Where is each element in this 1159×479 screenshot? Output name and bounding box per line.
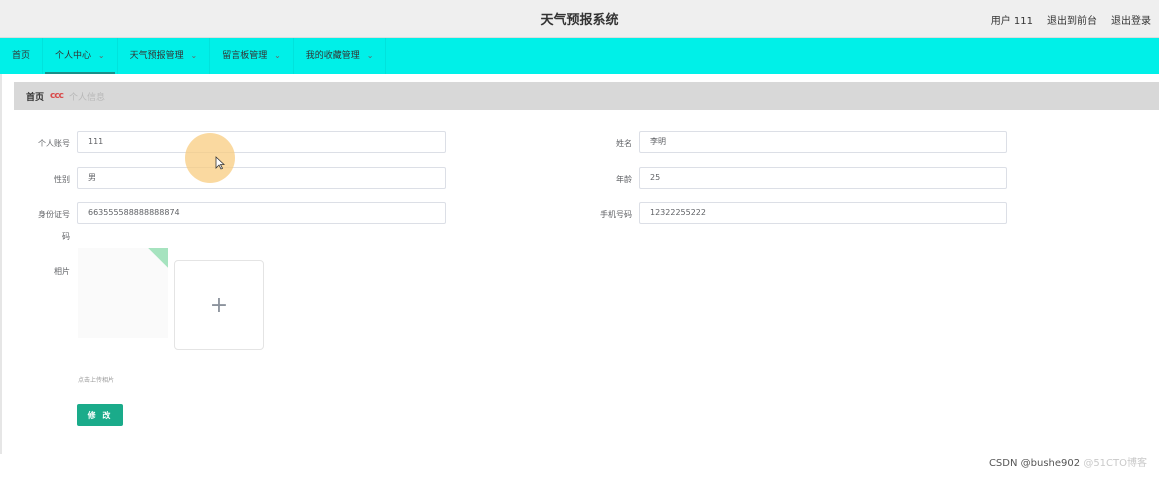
nav-item-my-favorites[interactable]: 我的收藏管理 ⌄ [294, 38, 387, 74]
name-field[interactable]: 李明 [639, 131, 1007, 153]
name-label: 姓名 [616, 139, 632, 148]
submit-button[interactable]: 修 改 [77, 404, 123, 426]
phone-field[interactable]: 12322255222 [639, 202, 1007, 224]
age-label: 年龄 [616, 175, 632, 184]
idcard-field[interactable]: 663555588888888874 [77, 202, 446, 224]
idcard-label-wrap: 码 [62, 232, 70, 241]
nav-item-label: 我的收藏管理 [305, 51, 360, 61]
left-divider [0, 74, 2, 454]
nav-item-label: 个人中心 [55, 51, 92, 61]
logout-link[interactable]: 退出登录 [1111, 12, 1151, 27]
nav-item-home[interactable]: 首页 [0, 38, 44, 74]
breadcrumb-home[interactable]: 首页 [26, 90, 44, 103]
app-title: 天气预报系统 [540, 13, 619, 28]
gender-label: 性别 [54, 175, 70, 184]
nav-item-label: 天气预报管理 [129, 51, 184, 61]
current-user: 用户 111 [990, 15, 1033, 27]
nav-item-weather-management[interactable]: 天气预报管理 ⌄ [118, 38, 211, 74]
main-nav: 首页 个人中心 ⌄ 天气预报管理 ⌄ 留言板管理 ⌄ 我的收藏管理 ⌄ [0, 38, 1159, 74]
success-corner-icon [148, 248, 168, 268]
nav-item-message-board[interactable]: 留言板管理 ⌄ [210, 38, 294, 74]
chevron-down-icon: ⌄ [366, 51, 374, 60]
idcard-label: 身份证号 [38, 210, 70, 219]
breadcrumb-separator: ccc [50, 91, 64, 101]
account-label: 个人账号 [38, 139, 70, 148]
nav-item-personal-center[interactable]: 个人中心 ⌄ [43, 38, 118, 74]
back-to-front-link[interactable]: 退出到前台 [1047, 12, 1097, 27]
top-actions: 用户 111 退出到前台 退出登录 [991, 0, 1151, 38]
plus-icon: + [209, 292, 229, 318]
nav-item-label: 首页 [12, 51, 31, 61]
breadcrumb-current: 个人信息 [69, 92, 106, 103]
chevron-down-icon: ⌄ [190, 51, 198, 60]
watermark-csdn: CSDN @bushe902 [988, 458, 1081, 469]
chevron-down-icon: ⌄ [97, 51, 105, 60]
nav-item-label: 留言板管理 [222, 51, 268, 61]
page: 天气预报系统 用户 111 退出到前台 退出登录 首页 个人中心 ⌄ 天气预报管… [0, 0, 1159, 479]
cursor-highlight [185, 133, 235, 183]
phone-label: 手机号码 [600, 210, 632, 219]
photo-label: 相片 [54, 267, 70, 276]
chevron-down-icon: ⌄ [274, 51, 281, 60]
watermark: CSDN @bushe902 @51CTO博客 [989, 454, 1147, 469]
gender-field[interactable]: 男 [77, 167, 446, 189]
age-field[interactable]: 25 [639, 167, 1007, 189]
breadcrumb: 首页 ccc 个人信息 [14, 82, 1159, 110]
account-field[interactable]: 111 [77, 131, 446, 153]
upload-photo-button[interactable]: + [174, 260, 264, 350]
watermark-51cto: @51CTO博客 [1083, 458, 1147, 469]
photo-preview[interactable] [78, 248, 168, 338]
upload-hint: 点击上传相片 [78, 377, 115, 384]
top-bar: 天气预报系统 用户 111 退出到前台 退出登录 [0, 0, 1159, 38]
